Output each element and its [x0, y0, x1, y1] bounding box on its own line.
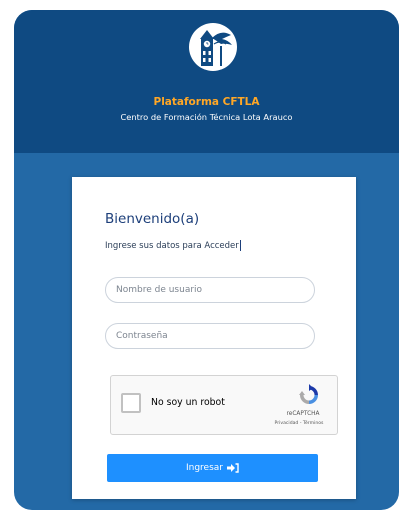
password-input[interactable]	[105, 323, 315, 349]
login-button-label: Ingresar	[185, 463, 223, 473]
text-caret	[239, 240, 241, 251]
recaptcha-brand: reCAPTCHA	[286, 411, 320, 417]
instructions-text: Ingrese sus datos para Acceder	[105, 241, 239, 251]
not-robot-checkbox[interactable]	[121, 393, 141, 413]
platform-title: Plataforma CFTLA	[153, 96, 260, 108]
not-robot-label: No soy un robot	[151, 397, 225, 408]
recaptcha-icon	[299, 384, 318, 404]
recaptcha-widget: No soy un robot reCAPTCHA Privacidad - T…	[110, 375, 338, 435]
header: Plataforma CFTLA Centro de Formación Téc…	[14, 10, 399, 153]
sign-in-icon	[227, 463, 239, 473]
username-input[interactable]	[105, 277, 315, 303]
clock-tower-tree-logo	[189, 23, 237, 71]
login-button[interactable]: Ingresar	[107, 454, 318, 482]
institution-subtitle: Centro de Formación Técnica Lota Arauco	[120, 112, 293, 122]
login-card: Bienvenido(a) Ingrese sus datos para Acc…	[72, 177, 356, 499]
welcome-heading: Bienvenido(a)	[105, 211, 200, 227]
instructions-line: Ingrese sus datos para Acceder	[105, 240, 241, 251]
recaptcha-links[interactable]: Privacidad - Términos	[261, 421, 337, 426]
login-frame: Plataforma CFTLA Centro de Formación Téc…	[14, 10, 399, 510]
